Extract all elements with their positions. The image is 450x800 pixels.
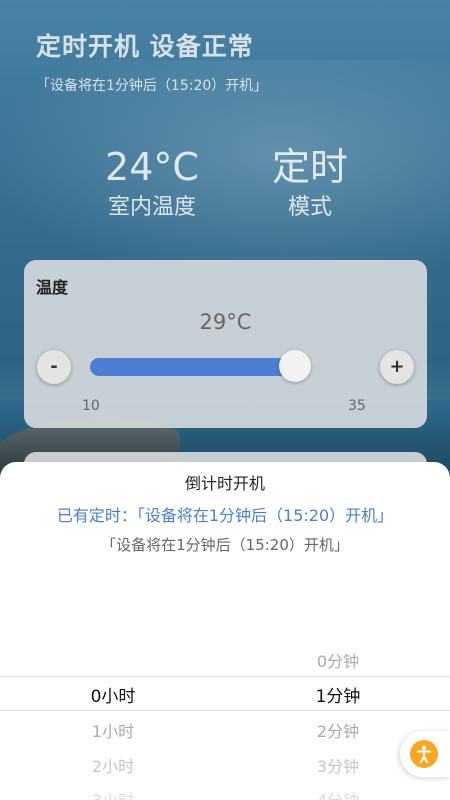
decrease-temperature-button[interactable]: - — [37, 350, 71, 384]
hour-option[interactable]: 3小时 — [38, 787, 188, 800]
accessibility-icon-bg — [410, 740, 438, 768]
page-title: 定时开机 设备正常 — [36, 32, 254, 61]
temperature-slider-thumb[interactable] — [279, 350, 311, 382]
indoor-temperature-value: 24°C — [105, 145, 199, 189]
countdown-bottom-sheet: 倒计时开机 已有定时：「设备将在1分钟后（15:20）开机」 「设备将在1分钟后… — [0, 462, 450, 800]
hour-option[interactable]: 1小时 — [38, 718, 188, 742]
indoor-temperature: 24°C 室内温度 — [77, 144, 227, 224]
increase-temperature-button[interactable]: + — [380, 350, 414, 384]
temperature-current-value: 29°C — [199, 310, 252, 334]
status-subtitle: 「设备将在1分钟后（15:20）开机」 — [36, 78, 268, 94]
timer-description: 「设备将在1分钟后（15:20）开机」 — [101, 536, 349, 554]
minute-option[interactable]: 3分钟 — [263, 753, 413, 777]
accessibility-button[interactable] — [400, 731, 450, 777]
indoor-temperature-label: 室内温度 — [107, 195, 196, 220]
mode-value: 定时 — [271, 145, 348, 189]
temperature-max-label: 35 — [348, 398, 366, 414]
minute-option[interactable]: 4分钟 — [263, 787, 413, 800]
temperature-card: 温度 29°C - + 10 35 — [24, 260, 427, 428]
accessibility-icon — [417, 745, 431, 763]
hour-option[interactable]: 2小时 — [38, 753, 188, 777]
temperature-card-title: 温度 — [36, 278, 69, 297]
picker-selection-line-bottom — [0, 710, 450, 711]
picker-selection-line-top — [0, 676, 450, 677]
hour-option-selected[interactable]: 0小时 — [38, 682, 188, 707]
sheet-title: 倒计时开机 — [184, 474, 265, 493]
temperature-min-label: 10 — [82, 398, 100, 414]
minute-option-selected[interactable]: 1分钟 — [263, 682, 413, 707]
temperature-slider-track[interactable] — [90, 358, 295, 376]
mode-stat: 定时 模式 — [235, 144, 385, 224]
mode-label: 模式 — [287, 195, 332, 220]
minute-option[interactable]: 2分钟 — [263, 718, 413, 742]
existing-timer-text: 已有定时：「设备将在1分钟后（15:20）开机」 — [56, 506, 394, 525]
minute-option[interactable]: 0分钟 — [263, 648, 413, 672]
